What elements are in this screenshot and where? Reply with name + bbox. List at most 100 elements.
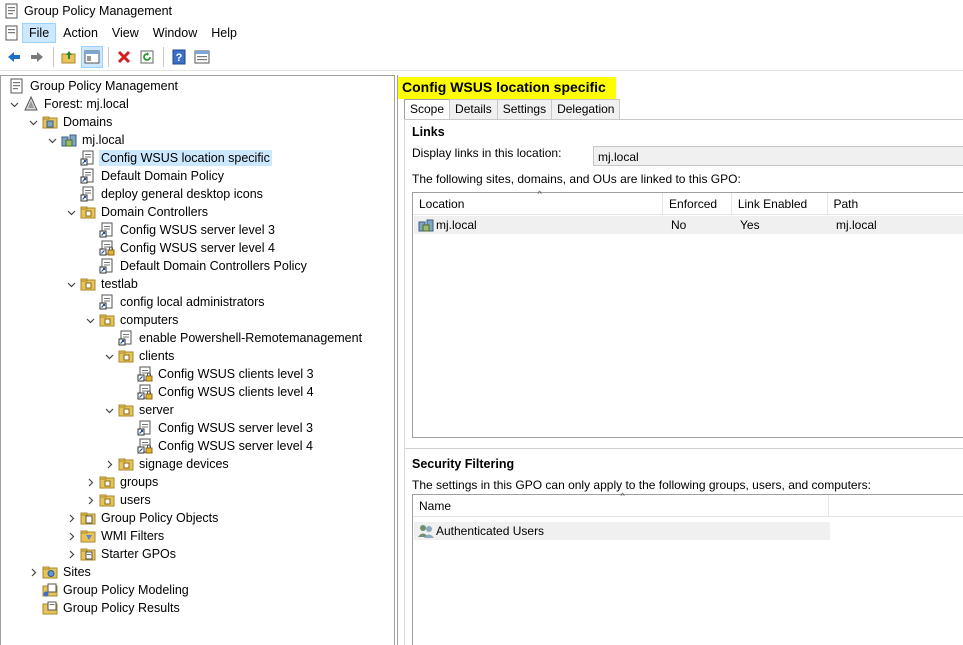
expanded-chevron-icon[interactable] [102,401,116,419]
tree-item[interactable]: enable Powershell-Remotemanagement [102,329,364,347]
collapsed-chevron-icon[interactable] [26,563,40,581]
column-header-link-enabled[interactable]: Link Enabled [732,193,828,215]
tree-item[interactable]: Domain Controllers [64,203,210,221]
tree-item-label: Domains [63,115,113,129]
tree-item[interactable]: Group Policy Modeling [26,581,191,599]
expanded-chevron-icon[interactable] [64,275,78,293]
column-header-name[interactable]: ^ Name [413,491,829,517]
column-header-path[interactable]: Path [828,193,963,215]
cell-name: Authenticated Users [414,522,550,540]
tree-item[interactable]: Domains [26,113,114,131]
tree-item[interactable]: Config WSUS server level 4 [121,437,315,455]
tree-item-label: testlab [101,277,138,291]
back-button[interactable] [3,46,25,68]
tree-item-label: Starter GPOs [101,547,177,561]
wmi-folder-icon [80,530,96,543]
collapsed-chevron-icon[interactable] [83,473,97,491]
expanded-chevron-icon[interactable] [102,347,116,365]
domain-icon [61,134,77,147]
show-hide-tree-button[interactable] [81,46,103,68]
expanded-chevron-icon[interactable] [26,113,40,131]
links-heading: Links [412,125,445,139]
tree-item[interactable]: Default Domain Policy [64,167,226,185]
tree-item[interactable]: Group Policy Results [26,599,182,617]
tree-item[interactable]: Default Domain Controllers Policy [83,257,309,275]
expanded-chevron-icon[interactable] [45,131,59,149]
tree-item[interactable]: deploy general desktop icons [64,185,265,203]
tree-item[interactable]: users [83,491,153,509]
section-divider [405,448,963,449]
cell-path: mj.local [836,218,877,232]
tree-item-label: clients [139,349,175,363]
gpo-title: Config WSUS location specific [398,77,616,99]
links-list-header: ^ Location Enforced Link Enabled Path [413,189,963,215]
tree-item[interactable]: Group Policy Objects [64,509,220,527]
tree-item[interactable]: mj.local [45,131,126,149]
tree-item[interactable]: computers [83,311,180,329]
help-button[interactable]: ? [168,46,190,68]
tree-item-label: Config WSUS location specific [99,150,272,166]
table-row[interactable]: Authenticated Users [414,522,830,540]
system-menu-icon[interactable] [4,25,20,41]
column-header-enforced[interactable]: Enforced [663,193,732,215]
collapsed-chevron-icon[interactable] [64,509,78,527]
menu-window[interactable]: Window [146,23,204,43]
menu-view[interactable]: View [105,23,146,43]
tree-item[interactable]: Config WSUS server level 4 [83,239,277,257]
tree-item[interactable]: clients [102,347,176,365]
users-group-icon [418,525,434,538]
tree-item-label: Default Domain Controllers Policy [120,259,307,273]
tree-item[interactable]: Config WSUS server level 3 [83,221,277,239]
expanded-chevron-icon[interactable] [83,311,97,329]
display-links-dropdown[interactable]: mj.local [593,146,963,166]
refresh-button[interactable] [136,46,158,68]
tree-item[interactable]: Config WSUS location specific [64,149,272,167]
tree-item[interactable]: WMI Filters [64,527,166,545]
expanded-chevron-icon[interactable] [64,203,78,221]
tree-item[interactable]: groups [83,473,160,491]
ou-icon [99,476,115,489]
tree-item[interactable]: Group Policy Management [7,77,180,95]
delete-button[interactable] [113,46,135,68]
display-links-label: Display links in this location: [412,146,562,160]
menu-file[interactable]: File [22,22,57,43]
forward-button[interactable] [26,46,48,68]
expanded-chevron-icon[interactable] [7,95,21,113]
tree-item[interactable]: testlab [64,275,140,293]
tree-item[interactable]: Config WSUS clients level 3 [121,365,316,383]
ou-icon [118,458,134,471]
collapsed-chevron-icon[interactable] [64,545,78,563]
table-row[interactable]: mj.local No Yes mj.local [414,216,963,234]
menu-help[interactable]: Help [204,23,244,43]
scope-tab-content: Links Display links in this location: mj… [404,119,963,645]
properties-button[interactable] [191,46,213,68]
tree-item[interactable]: Sites [26,563,93,581]
security-filtering-list[interactable]: ^ Name Authenticated Users [412,491,963,645]
collapsed-chevron-icon[interactable] [83,491,97,509]
tab-details[interactable]: Details [449,99,498,119]
links-list[interactable]: ^ Location Enforced Link Enabled Path mj… [412,189,963,438]
tab-delegation[interactable]: Delegation [551,99,621,119]
tab-scope[interactable]: Scope [404,99,451,120]
collapsed-chevron-icon[interactable] [64,527,78,545]
domain-icon [418,219,434,232]
tree-item[interactable]: Forest: mj.local [7,95,131,113]
column-header-location[interactable]: ^ Location [413,189,664,215]
tree-item[interactable]: signage devices [102,455,231,473]
tree-item-label: deploy general desktop icons [101,187,263,201]
menu-action[interactable]: Action [56,23,105,43]
tab-settings[interactable]: Settings [496,99,553,119]
tree-item[interactable]: config local administrators [83,293,267,311]
forward-icon [31,52,43,62]
tree-item[interactable]: server [102,401,176,419]
console-tree[interactable]: Group Policy Management Forest: mj.local D… [0,75,395,645]
collapsed-chevron-icon[interactable] [102,455,116,473]
tree-item-label: Group Policy Modeling [63,583,189,597]
tree-item[interactable]: Starter GPOs [64,545,178,563]
tree-item[interactable]: Config WSUS clients level 4 [121,383,316,401]
toolbar: ? [0,44,963,71]
up-button[interactable] [58,46,80,68]
tree-item[interactable]: Config WSUS server level 3 [121,419,315,437]
